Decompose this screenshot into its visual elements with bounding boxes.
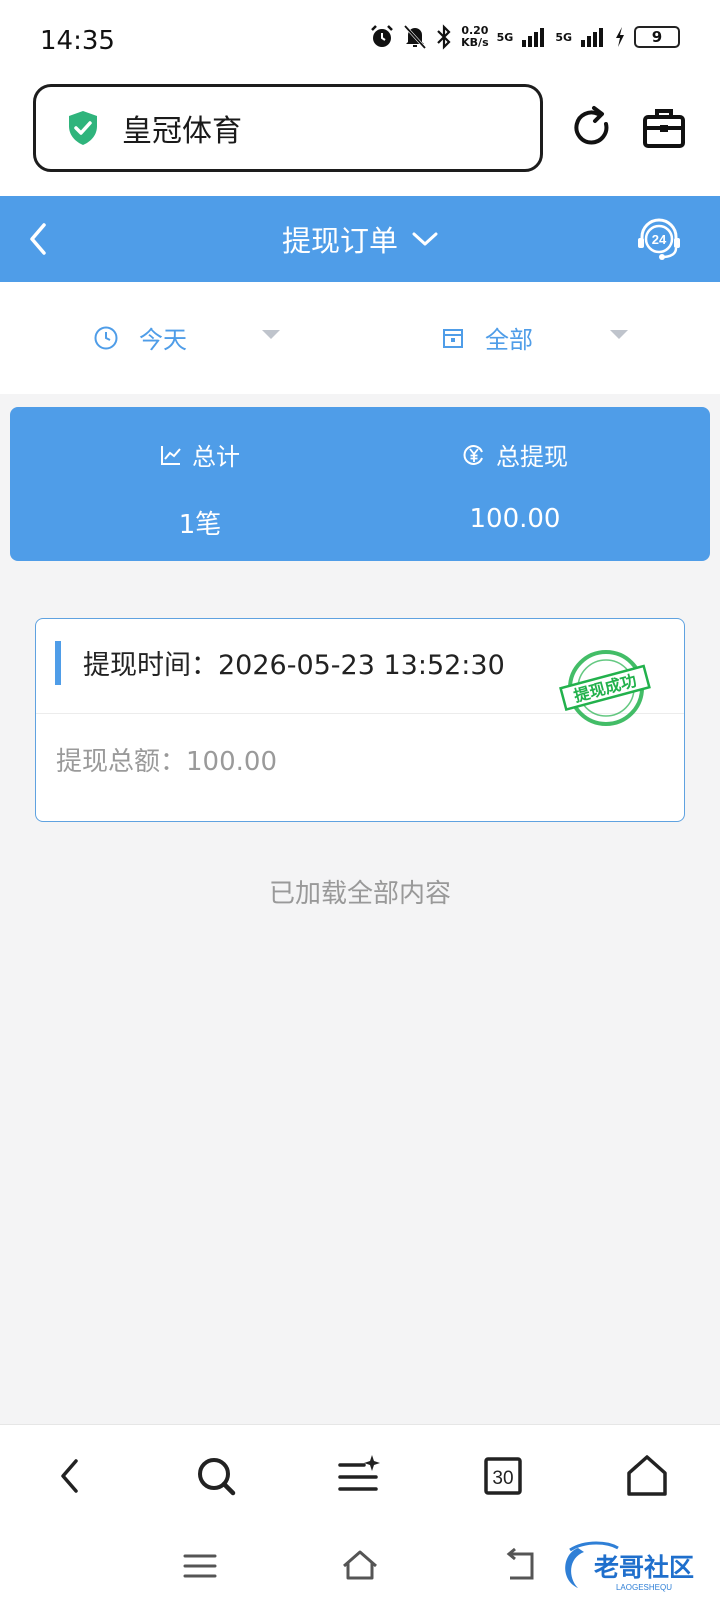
bluetooth-icon: [437, 24, 451, 50]
filter-bar: 今天 全部: [0, 282, 720, 394]
address-bar[interactable]: 皇冠体育: [33, 84, 543, 172]
refresh-icon[interactable]: [568, 104, 616, 152]
battery-indicator: 9: [634, 26, 680, 48]
yuan-coin-icon: [463, 444, 483, 465]
laoge-community-watermark-logo: 老哥社区 LAOGESHEQU: [565, 1541, 694, 1592]
browser-bar: 皇冠体育: [0, 84, 720, 196]
menu-sparkle-icon[interactable]: [334, 1451, 384, 1501]
svg-text:30: 30: [492, 1468, 513, 1489]
chart-icon: [161, 445, 181, 465]
success-stamp: 提现成功: [559, 650, 651, 726]
app-header: 提现订单 24: [0, 196, 720, 282]
recent-apps-icon[interactable]: [178, 1544, 222, 1588]
network-type-2: 5G: [555, 30, 572, 44]
svg-text:24: 24: [652, 232, 667, 247]
system-back-icon[interactable]: [498, 1544, 542, 1588]
toolbox-icon[interactable]: [640, 104, 688, 152]
date-filter-caret-icon: [262, 330, 280, 339]
svg-text:老哥社区: 老哥社区: [594, 1553, 694, 1582]
home-icon[interactable]: [622, 1451, 672, 1501]
status-bar: 14:35 0.20 KB/s 5G 5G 9: [0, 0, 720, 84]
signal-icon-2: [581, 28, 603, 47]
chevron-down-icon: [412, 232, 438, 246]
summary-count-value: 1笔: [178, 510, 222, 540]
alarm-icon: [371, 25, 394, 47]
status-time: 14:35: [40, 26, 115, 56]
address-text: 皇冠体育: [122, 114, 242, 149]
system-nav-bar: 老哥社区 LAOGESHEQU: [0, 1524, 720, 1608]
status-filter[interactable]: 全部: [441, 320, 533, 355]
charging-icon: [616, 27, 624, 47]
calendar-icon: [443, 328, 463, 348]
network-type-1: 5G: [496, 30, 514, 44]
page-title[interactable]: 提现订单: [0, 218, 720, 260]
search-icon[interactable]: [191, 1451, 241, 1501]
tabs-icon[interactable]: 30: [478, 1451, 528, 1501]
signal-icon: [522, 28, 545, 47]
order-time: 提现时间：2026-05-23 13:52:30: [83, 650, 505, 681]
list-end-text: 已加载全部内容: [268, 879, 451, 909]
summary-total: 总提现 100.00: [355, 437, 675, 534]
status-filter-caret-icon: [610, 330, 628, 339]
order-accent-bar: [55, 641, 61, 685]
svg-text:LAOGESHEQU: LAOGESHEQU: [616, 1583, 672, 1592]
summary-total-value: 100.00: [469, 504, 561, 534]
order-amount: 提现总额：100.00: [56, 747, 277, 777]
status-icons: 0.20 KB/s 5G 5G 9: [369, 24, 680, 50]
date-filter[interactable]: 今天: [93, 320, 187, 355]
back-icon[interactable]: [46, 1451, 96, 1501]
system-home-icon[interactable]: [338, 1544, 382, 1588]
bell-muted-icon: [404, 24, 427, 50]
customer-service-24-icon[interactable]: 24: [636, 216, 682, 262]
status-filter-label: 全部: [485, 326, 533, 354]
summary-count: 总计 1笔: [40, 437, 360, 541]
summary-card: 总计 1笔 总提现 100.00: [10, 407, 710, 561]
shield-check-icon: [69, 111, 97, 145]
browser-toolbar: 30: [0, 1424, 720, 1524]
clock-icon: [94, 326, 118, 349]
order-card[interactable]: 提现时间：2026-05-23 13:52:30 提现总额：100.00 提现成…: [35, 618, 685, 822]
date-filter-label: 今天: [139, 326, 187, 354]
network-speed: 0.20 KB/s: [461, 24, 489, 49]
